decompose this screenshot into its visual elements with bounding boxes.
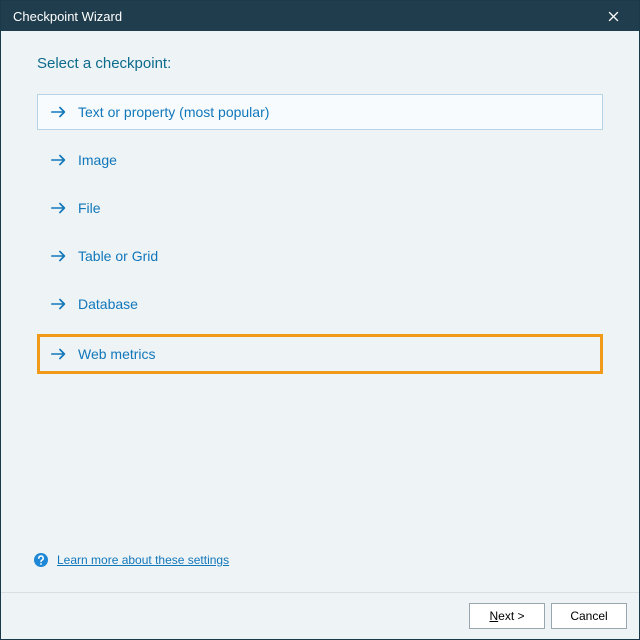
option-web-metrics[interactable]: Web metrics <box>37 334 603 374</box>
next-accel: N <box>489 609 498 623</box>
cancel-label: Cancel <box>570 609 607 623</box>
option-label: Table or Grid <box>78 248 158 264</box>
option-file[interactable]: File <box>37 190 603 226</box>
option-label: Web metrics <box>78 346 156 362</box>
option-database[interactable]: Database <box>37 286 603 322</box>
arrow-right-icon <box>50 201 68 215</box>
next-button[interactable]: Next > <box>469 603 545 629</box>
arrow-right-icon <box>50 297 68 311</box>
help-icon <box>33 552 49 568</box>
option-label: Image <box>78 152 117 168</box>
arrow-right-icon <box>50 105 68 119</box>
help-link-row: Learn more about these settings <box>33 552 603 568</box>
spacer <box>37 374 603 544</box>
wizard-window: Checkpoint Wizard Select a checkpoint: T… <box>0 0 640 640</box>
wizard-footer: Next > Cancel <box>1 592 639 639</box>
close-button[interactable] <box>595 1 631 31</box>
arrow-right-icon <box>50 153 68 167</box>
option-image[interactable]: Image <box>37 142 603 178</box>
arrow-right-icon <box>50 347 68 361</box>
help-link[interactable]: Learn more about these settings <box>57 553 229 567</box>
wizard-body: Select a checkpoint: Text or property (m… <box>1 31 639 592</box>
page-heading: Select a checkpoint: <box>37 55 603 72</box>
cancel-button[interactable]: Cancel <box>551 603 627 629</box>
option-table-or-grid[interactable]: Table or Grid <box>37 238 603 274</box>
option-text-or-property[interactable]: Text or property (most popular) <box>37 94 603 130</box>
next-rest: ext > <box>498 609 524 623</box>
option-label: File <box>78 200 101 216</box>
window-title: Checkpoint Wizard <box>13 9 595 24</box>
arrow-right-icon <box>50 249 68 263</box>
option-label: Text or property (most popular) <box>78 104 269 120</box>
close-icon <box>608 11 619 22</box>
checkpoint-options: Text or property (most popular) Image Fi… <box>37 94 603 374</box>
option-label: Database <box>78 296 138 312</box>
titlebar: Checkpoint Wizard <box>1 1 639 31</box>
